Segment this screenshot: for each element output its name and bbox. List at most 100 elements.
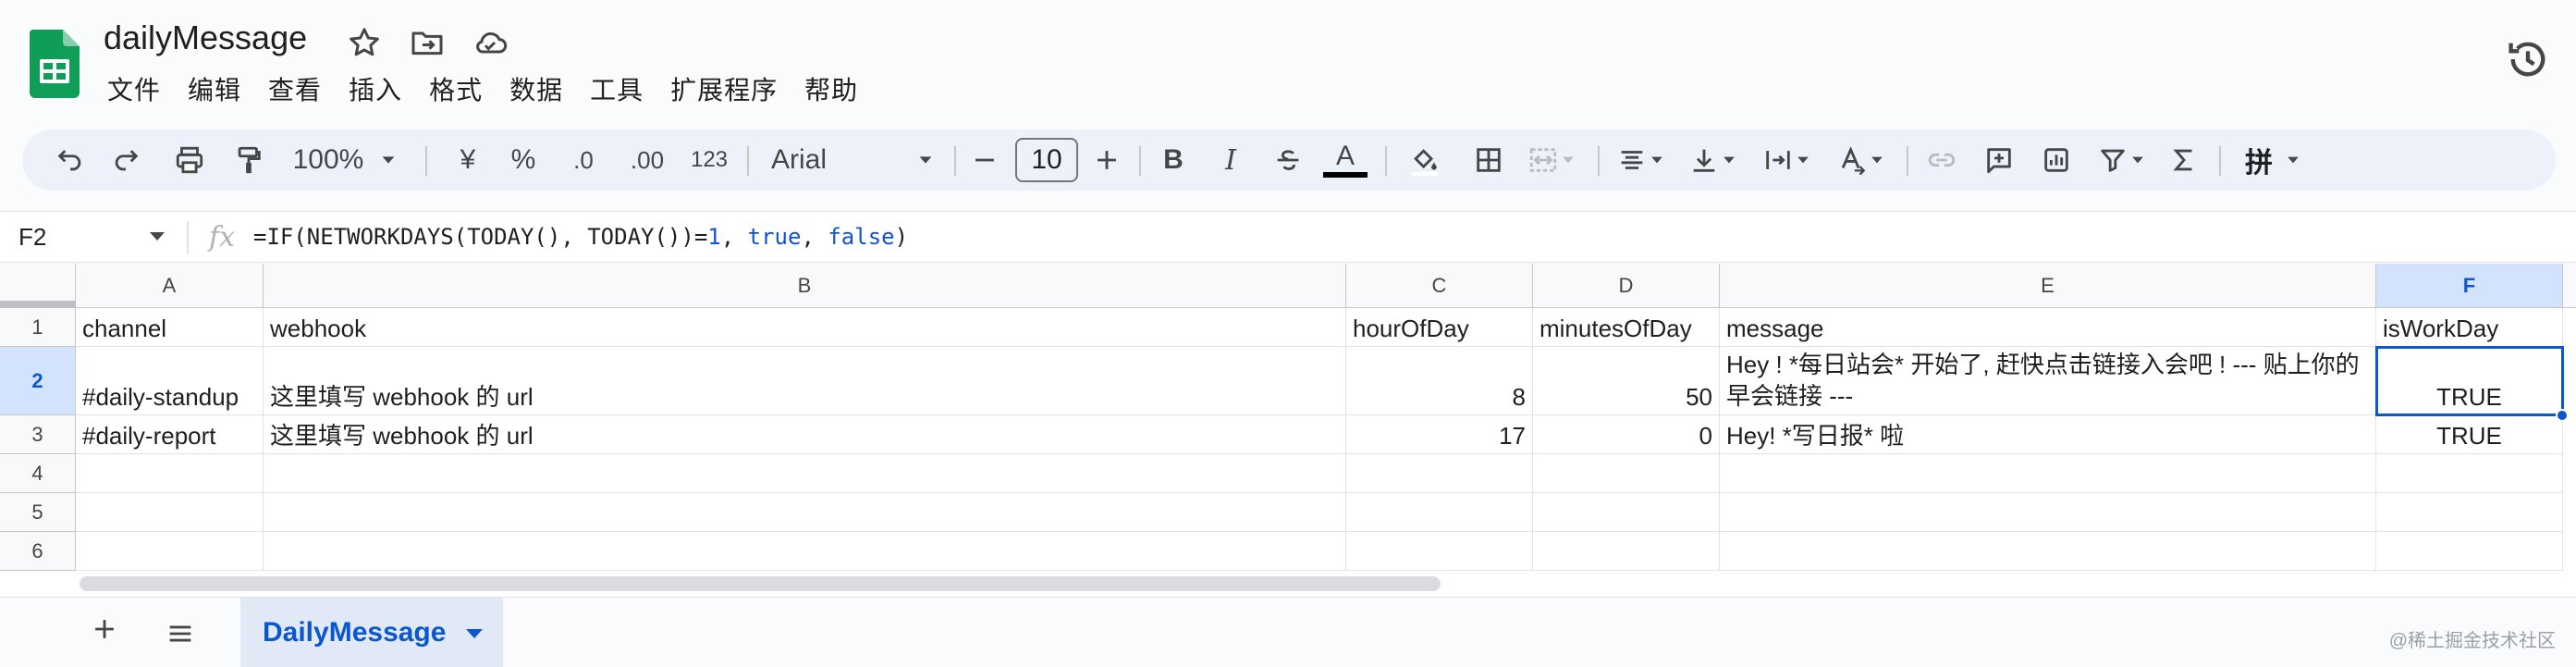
increase-decimal-button[interactable]: .00 — [619, 130, 675, 191]
currency-format-button[interactable]: ¥ — [449, 130, 486, 191]
column-header-b[interactable]: B — [264, 264, 1346, 308]
menu-data[interactable]: 数据 — [509, 70, 563, 107]
chevron-down-icon[interactable] — [466, 629, 483, 638]
row-header-6[interactable]: 6 — [0, 532, 76, 571]
vertical-align-button[interactable] — [1681, 130, 1746, 191]
cell-b2[interactable]: 这里填写 webhook 的 url — [264, 347, 1346, 415]
cell-c5[interactable] — [1346, 493, 1533, 532]
cell-b3[interactable]: 这里填写 webhook 的 url — [264, 415, 1346, 454]
menu-help[interactable]: 帮助 — [804, 70, 858, 107]
cell-f1[interactable]: isWorkDay — [2376, 308, 2563, 347]
cell-c6[interactable] — [1346, 532, 1533, 571]
cell-a6[interactable] — [76, 532, 264, 571]
fill-handle[interactable] — [2556, 409, 2569, 422]
cell-b6[interactable] — [264, 532, 1346, 571]
cell-c1[interactable]: hourOfDay — [1346, 308, 1533, 347]
cell-f3[interactable]: TRUE — [2376, 415, 2563, 454]
select-all-corner[interactable] — [0, 264, 76, 308]
cell-a3[interactable]: #daily-report — [76, 415, 264, 454]
cell-e4[interactable] — [1720, 454, 2376, 493]
name-box[interactable]: F2 — [18, 223, 46, 252]
cell-d3[interactable]: 0 — [1533, 415, 1720, 454]
borders-button[interactable] — [1468, 130, 1509, 191]
menu-view[interactable]: 查看 — [268, 70, 322, 107]
decrease-decimal-button[interactable]: .0 — [560, 130, 607, 191]
paint-format-button[interactable] — [229, 130, 268, 191]
menu-edit[interactable]: 编辑 — [188, 70, 241, 107]
percent-format-button[interactable]: % — [503, 130, 544, 191]
sheet-tab-dailymessage[interactable]: DailyMessage — [240, 598, 503, 667]
insert-chart-button[interactable] — [2036, 130, 2077, 191]
merge-cells-button[interactable] — [1520, 130, 1585, 191]
more-formats-button[interactable]: 123 — [684, 130, 734, 191]
increase-font-size-button[interactable] — [1087, 130, 1126, 191]
font-family-select[interactable]: Arial — [766, 130, 941, 191]
cell-a2[interactable]: #daily-standup — [76, 347, 264, 415]
font-size-input[interactable]: 10 — [1015, 138, 1078, 182]
chevron-down-icon[interactable] — [150, 232, 165, 241]
column-header-c[interactable]: C — [1346, 264, 1533, 308]
horizontal-align-button[interactable] — [1609, 130, 1674, 191]
strikethrough-button[interactable] — [1267, 130, 1309, 191]
star-icon[interactable] — [346, 24, 383, 61]
cell-d4[interactable] — [1533, 454, 1720, 493]
zoom-select[interactable]: 100% — [290, 130, 401, 191]
cell-d2[interactable]: 50 — [1533, 347, 1720, 415]
column-header-e[interactable]: E — [1720, 264, 2376, 308]
cell-b1[interactable]: webhook — [264, 308, 1346, 347]
text-rotation-button[interactable] — [1829, 130, 1894, 191]
cell-a4[interactable] — [76, 454, 264, 493]
cell-c4[interactable] — [1346, 454, 1533, 493]
move-folder-icon[interactable] — [409, 24, 446, 61]
text-wrapping-button[interactable] — [1755, 130, 1820, 191]
add-sheet-button[interactable] — [89, 612, 120, 654]
fill-color-button[interactable] — [1400, 130, 1450, 191]
cell-b4[interactable] — [264, 454, 1346, 493]
cell-f6[interactable] — [2376, 532, 2563, 571]
formula-input[interactable]: =IF(NETWORKDAYS(TODAY(), TODAY())=1, tru… — [253, 224, 908, 250]
redo-button[interactable] — [107, 130, 144, 191]
column-header-d[interactable]: D — [1533, 264, 1720, 308]
cell-a1[interactable]: channel — [76, 308, 264, 347]
row-header-1[interactable]: 1 — [0, 308, 76, 347]
row-header-5[interactable]: 5 — [0, 493, 76, 532]
row-header-4[interactable]: 4 — [0, 454, 76, 493]
italic-button[interactable]: I — [1209, 130, 1252, 191]
horizontal-scrollbar[interactable] — [80, 576, 1441, 591]
menu-insert[interactable]: 插入 — [349, 70, 402, 107]
cell-e2[interactable]: Hey ! *每日站会* 开始了, 赶快点击链接入会吧 ! --- 贴上你的早会… — [1720, 347, 2376, 415]
functions-button[interactable] — [2164, 130, 2204, 191]
menu-format[interactable]: 格式 — [429, 70, 483, 107]
cell-b5[interactable] — [264, 493, 1346, 532]
filter-button[interactable] — [2090, 130, 2154, 191]
decrease-font-size-button[interactable] — [965, 130, 1004, 191]
document-title[interactable]: dailyMessage — [104, 19, 307, 57]
insert-comment-button[interactable] — [1979, 130, 2019, 191]
all-sheets-button[interactable] — [165, 618, 196, 654]
cell-e5[interactable] — [1720, 493, 2376, 532]
cell-e3[interactable]: Hey! *写日报* 啦 — [1720, 415, 2376, 454]
row-header-3[interactable]: 3 — [0, 415, 76, 454]
cell-c3[interactable]: 17 — [1346, 415, 1533, 454]
insert-link-button[interactable] — [1921, 130, 1962, 191]
column-header-f[interactable]: F — [2376, 264, 2563, 308]
bold-button[interactable]: B — [1152, 130, 1195, 191]
cell-c2[interactable]: 8 — [1346, 347, 1533, 415]
input-tools-button[interactable]: 拼 — [2232, 130, 2315, 191]
menu-file[interactable]: 文件 — [107, 70, 161, 107]
undo-button[interactable] — [52, 130, 89, 191]
cell-d5[interactable] — [1533, 493, 1720, 532]
cell-a5[interactable] — [76, 493, 264, 532]
menu-extensions[interactable]: 扩展程序 — [670, 70, 778, 107]
version-history-icon[interactable] — [2504, 35, 2552, 83]
row-header-2[interactable]: 2 — [0, 347, 76, 415]
text-color-button[interactable]: A — [1320, 130, 1370, 191]
cell-f4[interactable] — [2376, 454, 2563, 493]
cell-d6[interactable] — [1533, 532, 1720, 571]
cell-d1[interactable]: minutesOfDay — [1533, 308, 1720, 347]
cell-f5[interactable] — [2376, 493, 2563, 532]
cell-e1[interactable]: message — [1720, 308, 2376, 347]
menu-tools[interactable]: 工具 — [590, 70, 644, 107]
cell-e6[interactable] — [1720, 532, 2376, 571]
cloud-status-icon[interactable] — [472, 24, 509, 61]
